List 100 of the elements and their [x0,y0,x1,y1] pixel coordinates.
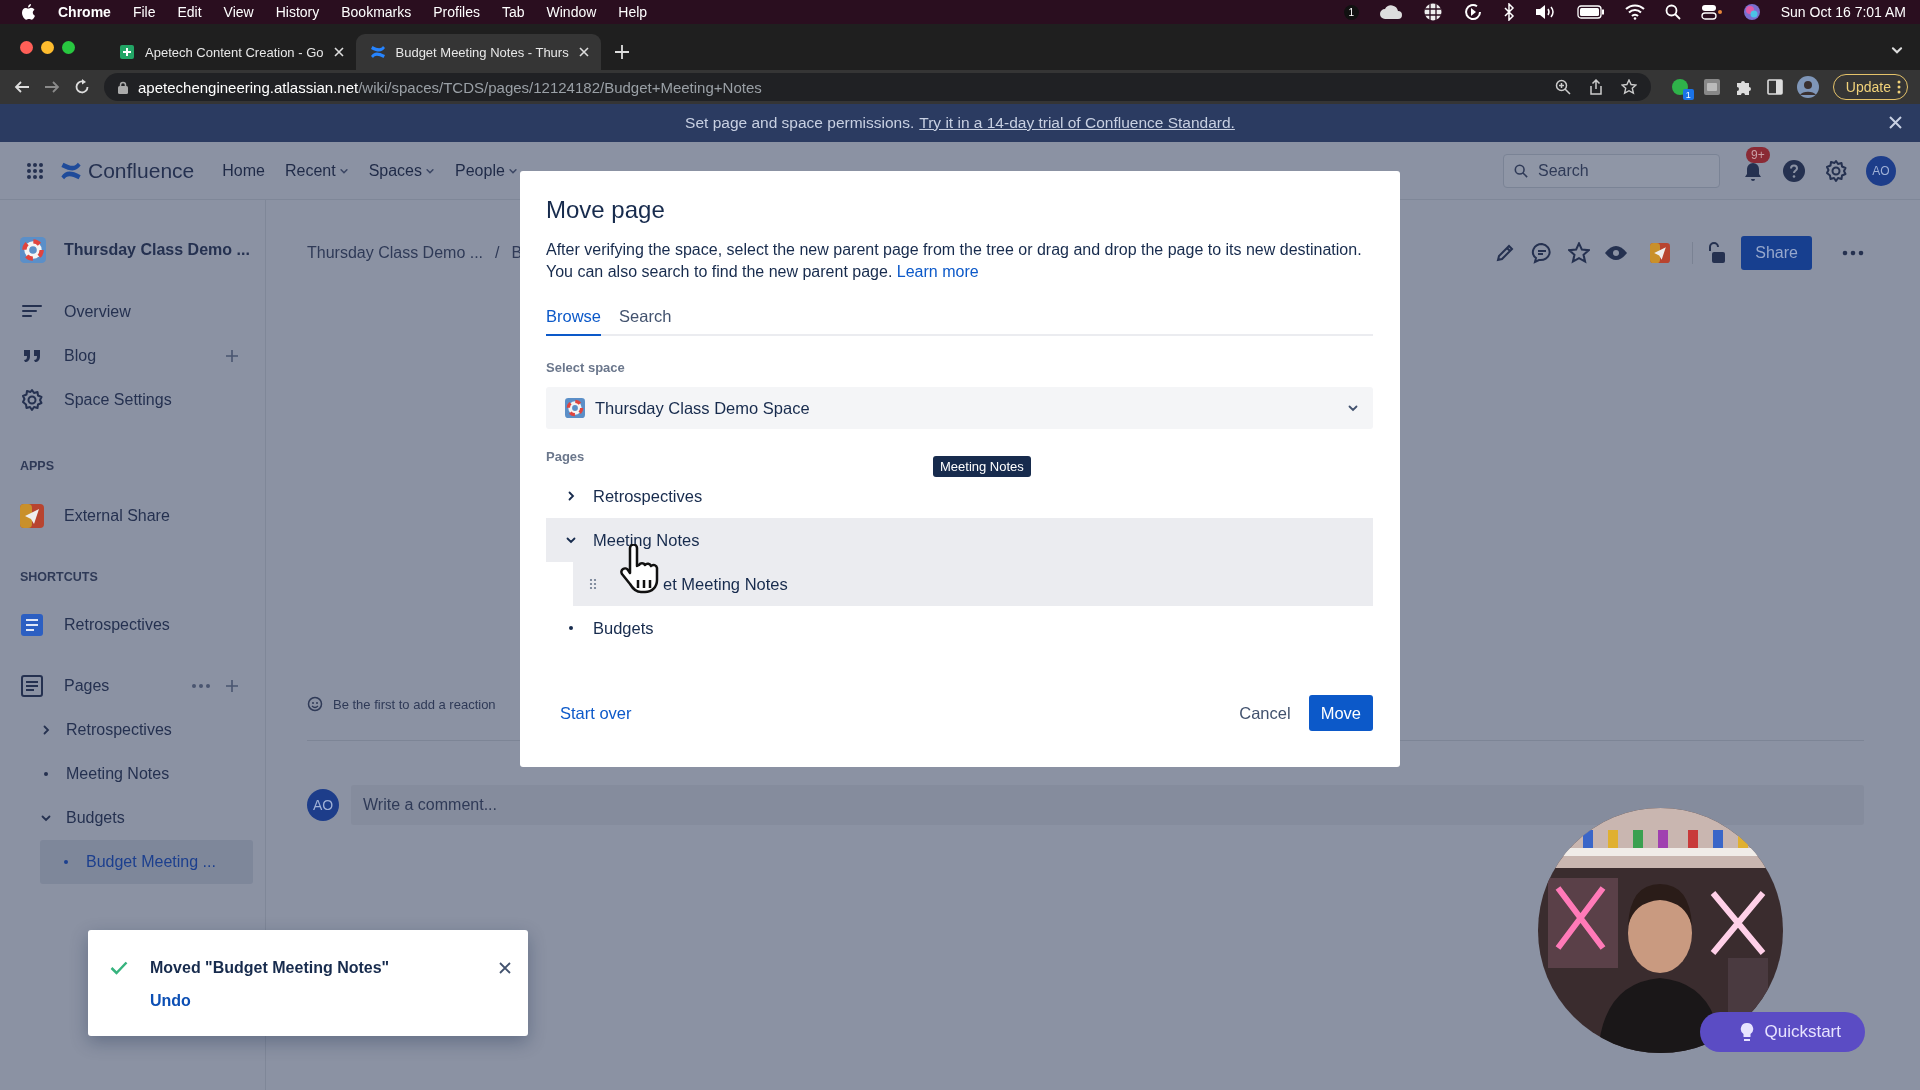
page-tree-item[interactable]: Meeting Notes [546,518,1373,562]
user-avatar[interactable]: AO [1866,155,1896,186]
page-tree-item[interactable]: Retrospectives [20,708,253,752]
menu-item[interactable]: Bookmarks [341,4,412,20]
zoom-in-icon[interactable] [1554,79,1571,95]
share-icon[interactable] [1588,79,1603,95]
dialog-description: After verifying the space, select the new parent page from the tree or drag and drop the page to its new destination. You can also search to find the new parent page. Learn more [546,240,1363,282]
forward-icon[interactable] [44,79,60,95]
extension-icon[interactable] [1670,78,1689,96]
menu-item[interactable]: File [132,4,156,20]
menu-item[interactable]: History [275,4,320,20]
close-window-button[interactable] [20,40,33,54]
clock: Sun Oct 16 7:01 AM [1780,4,1906,20]
comment-field[interactable]: Write a comment... [351,785,1864,825]
dialog-tab[interactable]: Browse [546,307,602,336]
new-tab-icon[interactable] [614,45,629,59]
page-tree-item[interactable]: et Meeting Notes [573,562,1373,606]
unlock-icon[interactable] [1707,241,1728,265]
circle-arrow-icon[interactable] [1462,2,1483,22]
cloud-icon[interactable] [1378,4,1403,20]
notification-count: 9+ [1746,146,1770,163]
section-heading: APPS [20,458,56,475]
nav-menu-item[interactable]: Home [222,161,265,180]
quickstart-button[interactable]: Quickstart [1700,1012,1865,1052]
move-button[interactable]: Move [1308,695,1373,731]
browser-tab[interactable]: Apetech Content Creation - Go [105,34,356,70]
confluence-logo-icon [369,44,386,60]
menu-item[interactable]: Tab [501,4,525,20]
puzzle-icon[interactable] [1734,78,1753,96]
drag-handle-icon[interactable] [589,578,597,590]
nav-menu-item[interactable]: Spaces [368,161,435,180]
page-tree-item[interactable]: Meeting Notes [20,752,253,796]
trial-link[interactable]: Try it in a 14-day trial of Confluence Standard. [919,114,1235,132]
app-menu[interactable]: Chrome [58,4,111,20]
start-over-button[interactable]: Start over [546,697,646,729]
page-tree-item[interactable]: Budgets [20,796,253,840]
extension-badge: 1 [1682,89,1694,100]
sidebar-item[interactable]: External Share [20,494,253,538]
menu-item[interactable]: Help [618,4,648,20]
share-button[interactable]: Share [1741,236,1812,270]
url-text: apetechengineering.atlassian.net/wiki/spaces/TCDS/pages/12124182/Budget+Meeting+Notes [138,78,762,96]
toggle-icon[interactable] [1700,4,1723,20]
address-bar[interactable]: apetechengineering.atlassian.net/wiki/spaces/TCDS/pages/12124182/Budget+Meeting+Notes [104,73,1651,101]
page-tree-item[interactable]: Retrospectives [546,474,1373,518]
more-icon[interactable] [1842,250,1864,256]
drag-preview: Meeting Notes [933,456,1031,477]
zoom-window-button[interactable] [62,40,75,54]
dialog-tab[interactable]: Search [619,307,672,336]
settings-icon [20,388,44,412]
search-field[interactable]: Search [1503,153,1720,188]
sidebar-item[interactable]: Overview [20,290,253,334]
search-icon[interactable] [1664,4,1681,20]
volume-icon[interactable] [1534,4,1557,20]
nav-menu-item[interactable]: People [455,161,518,180]
field-label: Pages [546,449,586,464]
product-name[interactable]: Confluence [88,158,195,183]
battery-icon[interactable] [1576,5,1605,19]
side-panel-icon[interactable] [1766,79,1783,95]
learn-more-link[interactable]: Learn more [896,263,979,280]
app-grid-icon[interactable] [26,161,44,180]
nav-menu-item[interactable]: Recent [284,161,349,180]
back-icon[interactable] [14,79,30,95]
minimize-window-button[interactable] [41,40,54,54]
orb-icon[interactable] [1742,3,1761,21]
sidebar-item[interactable]: Blog [20,334,253,378]
sidebar-item[interactable]: Retrospectives [20,603,253,647]
eye-icon[interactable] [1604,244,1629,262]
menu-item[interactable]: Edit [177,4,202,20]
page-icon [20,674,44,698]
sidebar-item[interactable]: Space Settings [20,378,253,422]
menu-item[interactable]: Window [546,4,597,20]
paper-plane-icon [1650,243,1671,263]
bluetooth-icon[interactable] [1502,3,1515,21]
breadcrumb-separator: / [495,244,500,262]
section-heading: SHORTCUTS [20,569,99,586]
field-label: Select space [546,360,626,375]
wifi-icon[interactable] [1624,4,1645,20]
browser-tab[interactable]: Budget Meeting Notes - Thurs [355,34,601,70]
cancel-button[interactable]: Cancel [1227,697,1303,729]
reload-icon[interactable] [74,79,90,95]
menu-item[interactable]: Profiles [433,4,480,20]
space-select[interactable]: Thursday Class Demo Space [546,387,1373,429]
help-icon[interactable] [1782,158,1806,183]
star-icon[interactable] [1568,242,1591,264]
emoji-add-icon[interactable] [307,696,323,712]
extension-square-icon[interactable] [1702,78,1721,96]
close-icon[interactable] [499,962,511,974]
notification-badge[interactable]: 1 [1343,4,1359,20]
profile-avatar-icon[interactable] [1796,76,1819,98]
lightbulb-icon [1740,1022,1755,1042]
kebab-icon [1897,80,1901,94]
search-icon [1514,163,1528,178]
space-title[interactable]: Thursday Class Demo ... [64,241,250,259]
page-tree-item[interactable]: Budgets [546,606,1373,650]
menu-item[interactable]: View [223,4,254,20]
globe-grid-icon[interactable] [1422,2,1443,22]
breadcrumb-link[interactable]: Thursday Class Demo ... [307,244,484,262]
dialog-title: Move page [546,195,666,225]
undo-link[interactable]: Undo [150,986,191,1016]
spreadsheet-icon [119,44,135,60]
